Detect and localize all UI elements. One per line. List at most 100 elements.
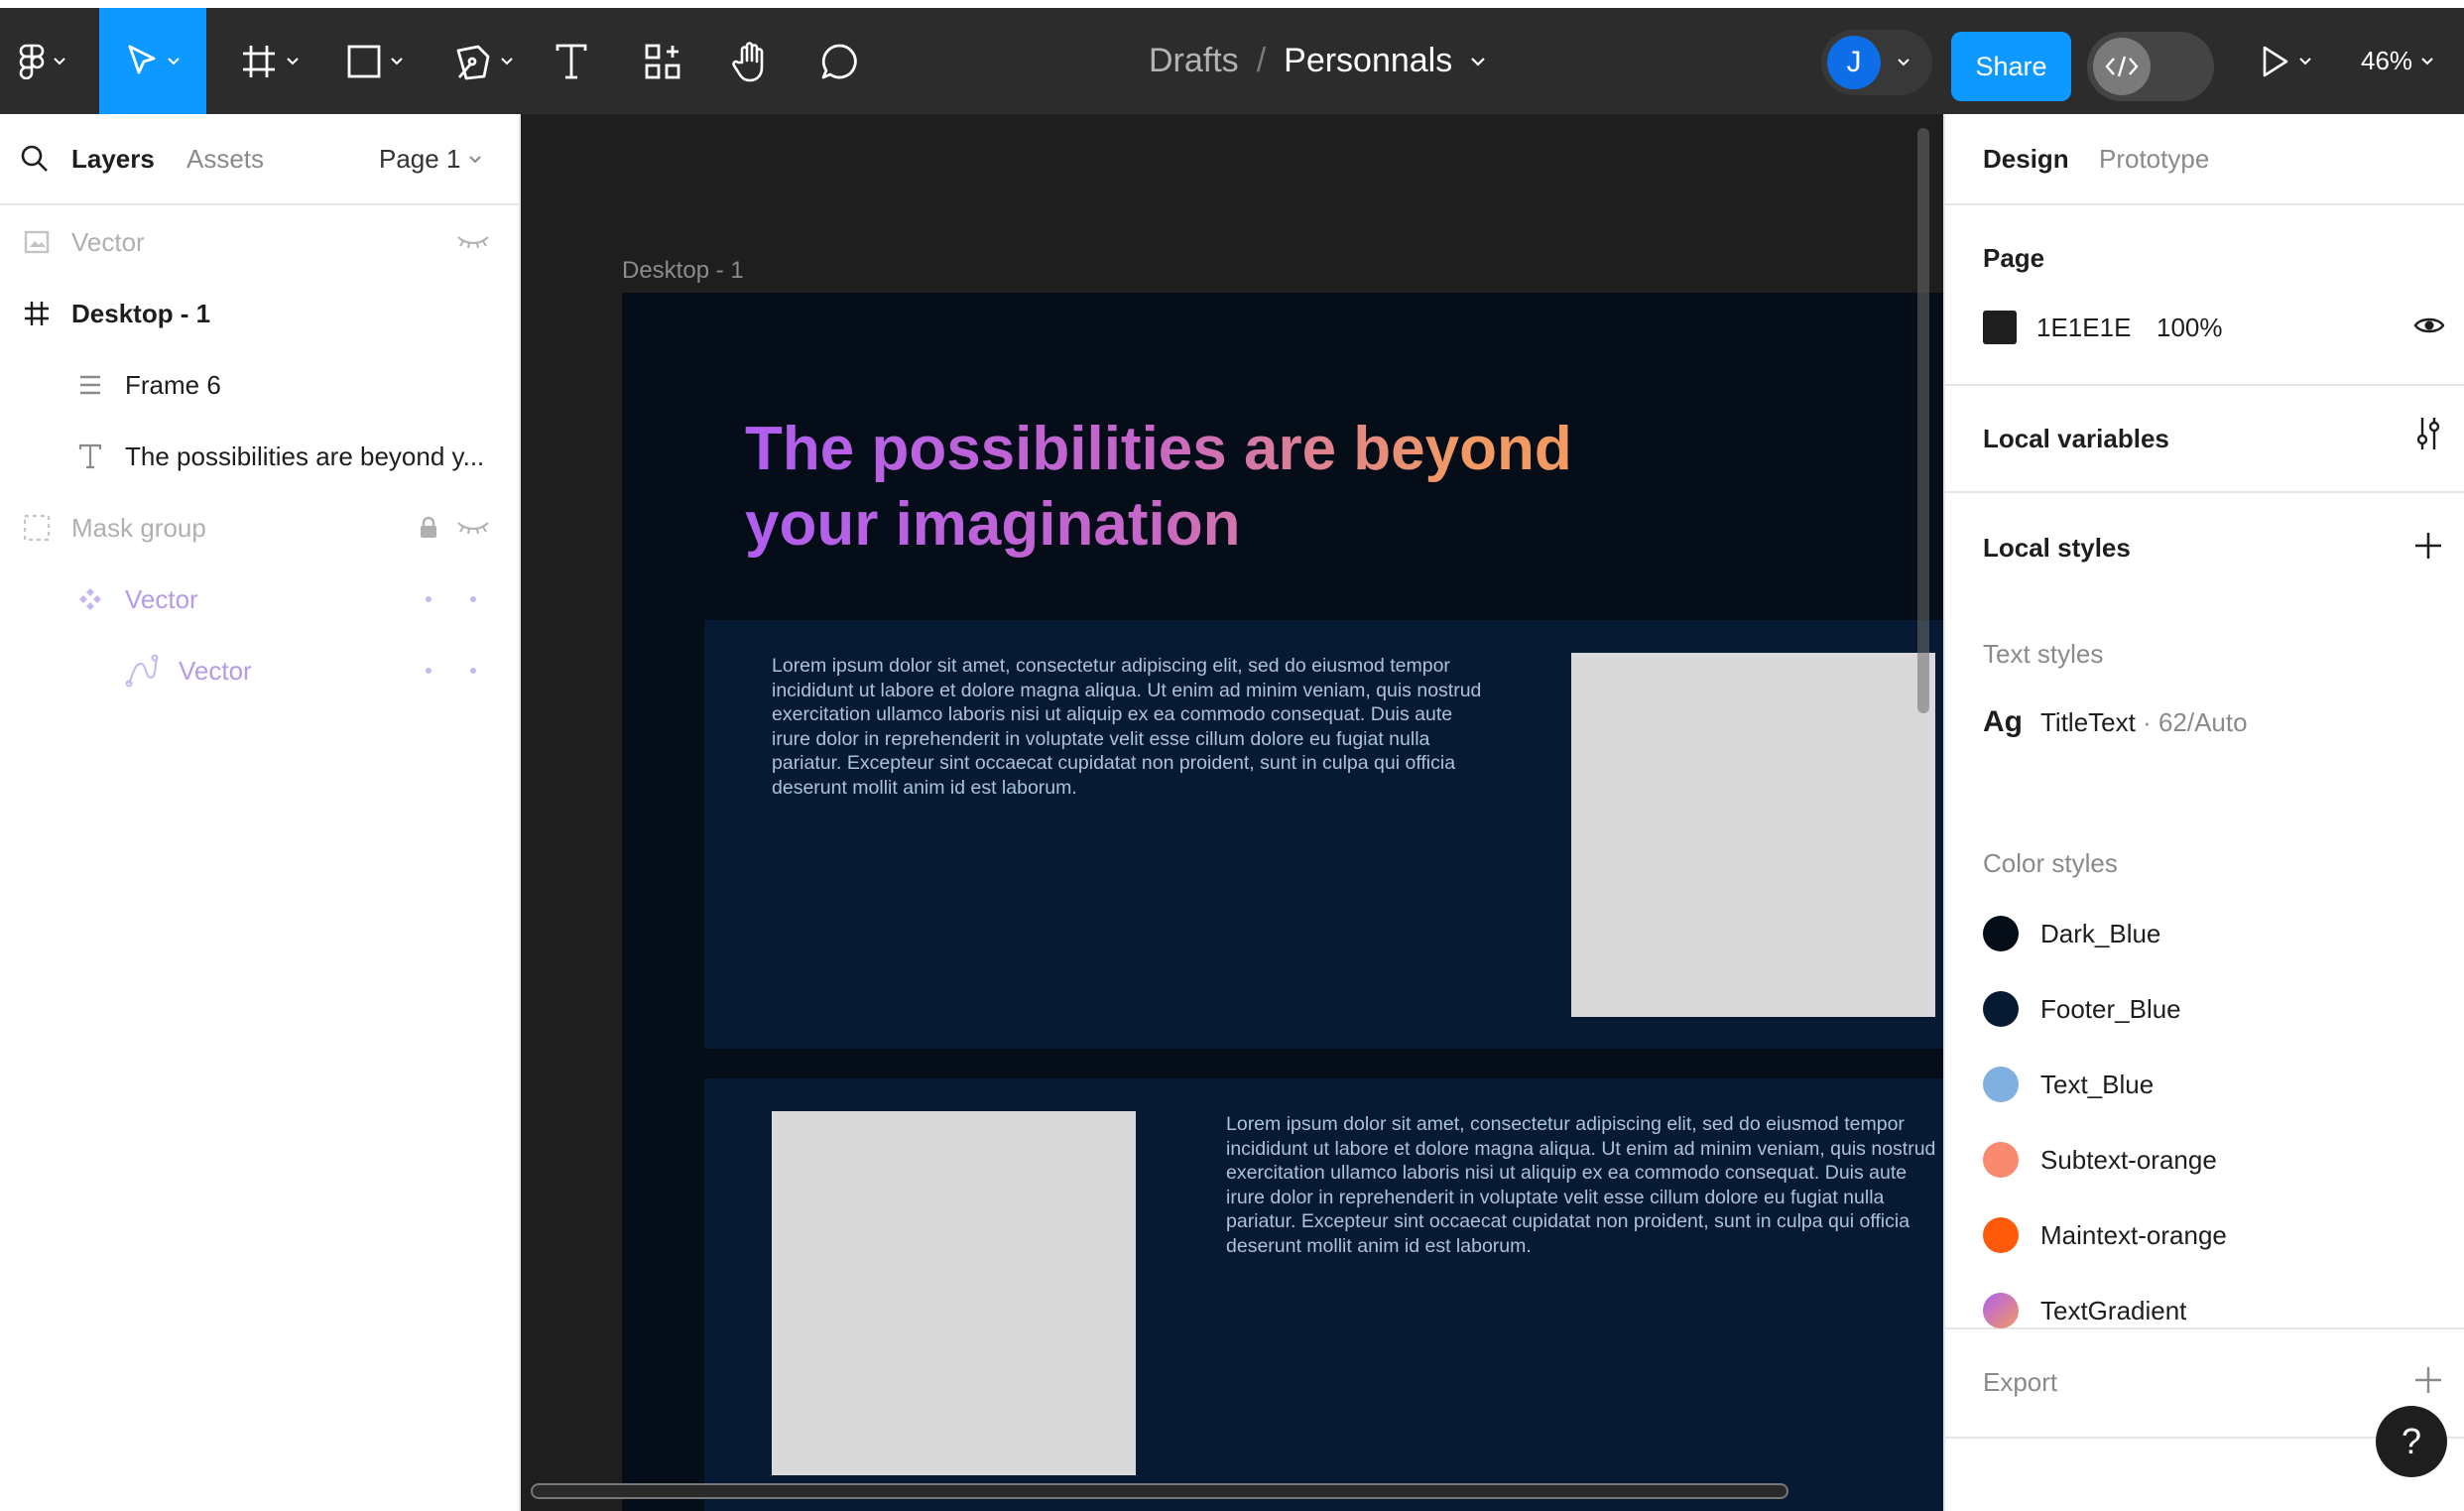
color-style-item[interactable]: TextGradient xyxy=(1983,1293,2186,1328)
chevron-down-icon xyxy=(287,57,299,64)
zoom-menu[interactable]: 46% xyxy=(2361,8,2434,114)
add-export-icon[interactable] xyxy=(2413,1365,2443,1400)
properties-panel: Design Prototype Page 1E1E1E 100% Local … xyxy=(1943,114,2464,1511)
code-icon xyxy=(2093,38,2151,95)
avatar[interactable]: J xyxy=(1827,36,1881,89)
zoom-level: 46% xyxy=(2361,46,2413,75)
page-background-row[interactable]: 1E1E1E 100% xyxy=(1983,311,2429,344)
breadcrumb-drafts[interactable]: Drafts xyxy=(1149,42,1239,80)
hero-title[interactable]: The possibilities are beyond your imagin… xyxy=(745,412,1638,563)
share-button[interactable]: Share xyxy=(1951,32,2071,101)
color-style-item[interactable]: Dark_Blue xyxy=(1983,916,2160,951)
hidden-eye-icon[interactable] xyxy=(456,233,490,251)
color-swatch xyxy=(1983,1067,2019,1102)
layers-panel-header: Layers Assets Page 1 xyxy=(0,114,519,205)
frame-tool-button[interactable] xyxy=(230,8,309,114)
page-section: Page 1E1E1E 100% xyxy=(1945,207,2464,386)
content-card-1[interactable]: Lorem ipsum dolor sit amet, consectetur … xyxy=(704,620,1943,1049)
color-style-item[interactable]: Footer_Blue xyxy=(1983,991,2181,1027)
image-placeholder[interactable] xyxy=(1571,653,1935,1017)
layer-row-desktop-1[interactable]: Desktop - 1 xyxy=(0,278,519,349)
color-swatch xyxy=(1983,1217,2019,1253)
lock-icon[interactable] xyxy=(419,516,438,540)
chevron-down-icon xyxy=(54,57,65,64)
figma-logo-icon xyxy=(19,44,45,79)
page-opacity[interactable]: 100% xyxy=(2156,313,2223,343)
color-style-name: Maintext-orange xyxy=(2040,1219,2227,1250)
dot-indicator xyxy=(470,596,476,602)
layer-label: Frame 6 xyxy=(125,369,221,400)
comment-tool-button[interactable] xyxy=(815,8,863,114)
canvas[interactable]: Desktop - 1 The possibilities are beyond… xyxy=(521,114,1943,1511)
rectangle-icon xyxy=(347,45,381,77)
color-style-item[interactable]: Text_Blue xyxy=(1983,1067,2154,1102)
tab-design[interactable]: Design xyxy=(1983,144,2069,175)
add-style-icon[interactable] xyxy=(2413,531,2443,566)
variables-settings-icon[interactable] xyxy=(2413,416,2443,456)
main-menu-button[interactable] xyxy=(8,8,77,114)
color-style-name: Footer_Blue xyxy=(2040,993,2181,1024)
text-style-name: TitleText xyxy=(2040,706,2136,737)
file-name[interactable]: Personnals xyxy=(1284,42,1452,80)
text-tool-button[interactable] xyxy=(548,8,595,114)
frame-label[interactable]: Desktop - 1 xyxy=(622,257,744,285)
chevron-down-icon xyxy=(391,57,403,64)
hand-tool-button[interactable] xyxy=(727,8,775,114)
horizontal-scrollbar[interactable] xyxy=(531,1483,1788,1499)
present-button[interactable] xyxy=(2252,8,2321,114)
layer-row-frame-6[interactable]: Frame 6 xyxy=(0,349,519,421)
breadcrumb: Drafts / Personnals xyxy=(1149,8,1486,114)
shape-tool-button[interactable] xyxy=(335,8,415,114)
local-variables-section[interactable]: Local variables xyxy=(1945,386,2464,493)
tab-layers[interactable]: Layers xyxy=(71,144,155,175)
text-style-item[interactable]: Ag TitleText · 62/Auto xyxy=(1983,705,2248,739)
move-tool-button[interactable] xyxy=(99,8,206,114)
chevron-down-icon xyxy=(2299,57,2311,64)
eye-icon[interactable] xyxy=(2413,315,2445,341)
page-selector-label: Page 1 xyxy=(379,144,461,174)
frame-icon xyxy=(243,45,275,77)
resources-tool-button[interactable] xyxy=(639,8,686,114)
hidden-eye-icon[interactable] xyxy=(456,519,490,537)
color-style-item[interactable]: Subtext-orange xyxy=(1983,1142,2217,1178)
image-placeholder[interactable] xyxy=(772,1111,1136,1475)
layers-panel: Layers Assets Page 1 Vector Desktop - 1 … xyxy=(0,114,521,1511)
dot-indicator xyxy=(426,668,431,674)
layer-label: Vector xyxy=(179,655,252,686)
search-icon[interactable] xyxy=(20,144,50,174)
layer-row-vector-component[interactable]: Vector xyxy=(0,564,519,635)
comment-icon xyxy=(821,44,857,78)
page-color-hex[interactable]: 1E1E1E xyxy=(2036,313,2131,343)
tab-prototype[interactable]: Prototype xyxy=(2099,144,2209,175)
layer-row-vector-path[interactable]: Vector xyxy=(0,635,519,706)
pen-tool-button[interactable] xyxy=(442,8,526,114)
color-swatch xyxy=(1983,1293,2019,1328)
vertical-scrollbar[interactable] xyxy=(1917,128,1929,713)
color-swatch[interactable] xyxy=(1983,311,2017,344)
chevron-down-icon[interactable] xyxy=(1470,57,1486,66)
text-style-sample: Ag xyxy=(1983,705,2023,738)
layer-label: Vector xyxy=(71,226,145,257)
chevron-down-icon xyxy=(168,57,180,64)
breadcrumb-separator: / xyxy=(1256,42,1267,79)
chevron-down-icon xyxy=(469,155,482,163)
help-button[interactable]: ? xyxy=(2376,1406,2447,1477)
layer-row-title-text[interactable]: The possibilities are beyond y... xyxy=(0,421,519,492)
content-card-2[interactable]: Lorem ipsum dolor sit amet, consectetur … xyxy=(704,1078,1943,1511)
dot-indicator xyxy=(426,596,431,602)
page-section-title: Page xyxy=(1983,243,2045,273)
layer-row-vector-hidden[interactable]: Vector xyxy=(0,206,519,278)
layer-row-mask-group[interactable]: Mask group xyxy=(0,492,519,564)
components-grid-icon xyxy=(645,44,680,78)
component-icon xyxy=(73,582,107,616)
card-1-text[interactable]: Lorem ipsum dolor sit amet, consectetur … xyxy=(772,654,1486,800)
tab-assets[interactable]: Assets xyxy=(186,144,264,175)
dev-mode-toggle[interactable] xyxy=(2087,32,2214,101)
chevron-down-icon xyxy=(1898,59,1910,66)
chevron-down-icon xyxy=(501,57,513,64)
multiplayer-avatars[interactable]: J xyxy=(1821,30,1932,95)
color-style-item[interactable]: Maintext-orange xyxy=(1983,1217,2227,1253)
card-2-text[interactable]: Lorem ipsum dolor sit amet, consectetur … xyxy=(1226,1112,1940,1258)
layer-label: The possibilities are beyond y... xyxy=(125,441,485,471)
page-selector[interactable]: Page 1 xyxy=(379,144,482,175)
